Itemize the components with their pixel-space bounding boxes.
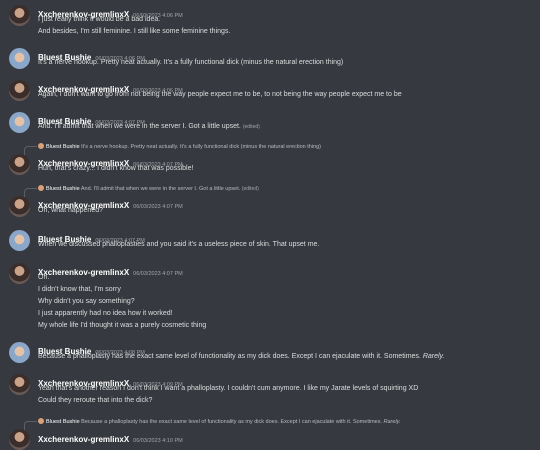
reply-username: Bluest Bushie	[46, 144, 80, 150]
reply-spine	[24, 188, 37, 197]
reply-avatar	[38, 185, 44, 191]
message-text-content: And. I'll admit that when we were in the…	[38, 123, 241, 130]
avatar[interactable]	[9, 154, 30, 175]
reply-text: It's a nerve hookup. Pretty neat actuall…	[81, 144, 322, 150]
message-text: And. I'll admit that when we were in the…	[38, 123, 260, 130]
message-text: Yeah that's another reason I don't think…	[38, 385, 419, 392]
avatar[interactable]	[9, 196, 30, 217]
message-text-content: Because a phalloplasty has the exact sam…	[38, 353, 421, 360]
reply-text: And. I'll admit that when we were in the…	[80, 186, 241, 192]
message-text: Oh, what happened?	[38, 207, 103, 214]
message-text: I just really think it would be a bad id…	[38, 16, 161, 23]
reply-text: Because a phalloplasty has the exact sam…	[81, 419, 382, 425]
edited-label: (edited)	[241, 186, 259, 192]
avatar[interactable]	[9, 5, 30, 26]
timestamp: 06/03/2023 4:07 PM	[133, 271, 183, 277]
avatar[interactable]	[9, 374, 30, 395]
reply-username: Bluest Bushie	[46, 186, 80, 192]
avatar[interactable]	[9, 48, 30, 69]
username[interactable]: Xxcherenkov-gremlinxX	[38, 268, 129, 277]
message-text: I didn't know that, I'm sorry	[38, 286, 121, 293]
message-text: Oh.	[38, 274, 50, 281]
message-text: I just apparently had no idea how it wor…	[38, 310, 173, 317]
timestamp: 06/03/2023 4:07 PM	[133, 204, 183, 210]
message-text: Again, I don't want to go from not being…	[38, 91, 402, 98]
avatar[interactable]	[9, 80, 30, 101]
chat-log: Xxcherenkov-gremlinxX 06/03/2023 4:06 PM …	[0, 0, 540, 450]
reply-spine	[24, 421, 37, 430]
avatar[interactable]	[9, 112, 30, 133]
reply-preview[interactable]: Bluest Bushie It's a nerve hookup. Prett…	[24, 143, 322, 155]
message-text: Why didn't you say something?	[38, 298, 135, 305]
message-text: And besides, I'm still feminine. I still…	[38, 28, 231, 35]
message-text: Because a phalloplasty has the exact sam…	[38, 353, 444, 360]
message-text: Huh, that's crazy... I didn't know that …	[38, 165, 194, 172]
message-text: Could they reroute that into the dick?	[38, 397, 153, 404]
message-text: It's a nerve hookup. Pretty neat actuall…	[38, 59, 344, 66]
timestamp: 06/03/2023 4:10 PM	[133, 438, 183, 444]
avatar[interactable]	[9, 342, 30, 363]
edited-label: (edited)	[242, 124, 260, 130]
message-emphasis: Rarely.	[422, 353, 445, 360]
message-text: When we discussed phalloplasties and you…	[38, 241, 320, 248]
reply-spine	[24, 146, 37, 155]
avatar[interactable]	[9, 230, 30, 251]
reply-avatar	[38, 418, 44, 424]
avatar[interactable]	[9, 263, 30, 284]
message-text: My whole life I'd thought it was a purel…	[38, 322, 207, 329]
reply-username: Bluest Bushie	[46, 419, 80, 425]
reply-emphasis: Rarely.	[383, 419, 401, 425]
reply-preview[interactable]: Bluest Bushie And. I'll admit that when …	[24, 185, 259, 197]
reply-preview[interactable]: Bluest Bushie Because a phalloplasty has…	[24, 418, 401, 430]
reply-avatar	[38, 143, 44, 149]
